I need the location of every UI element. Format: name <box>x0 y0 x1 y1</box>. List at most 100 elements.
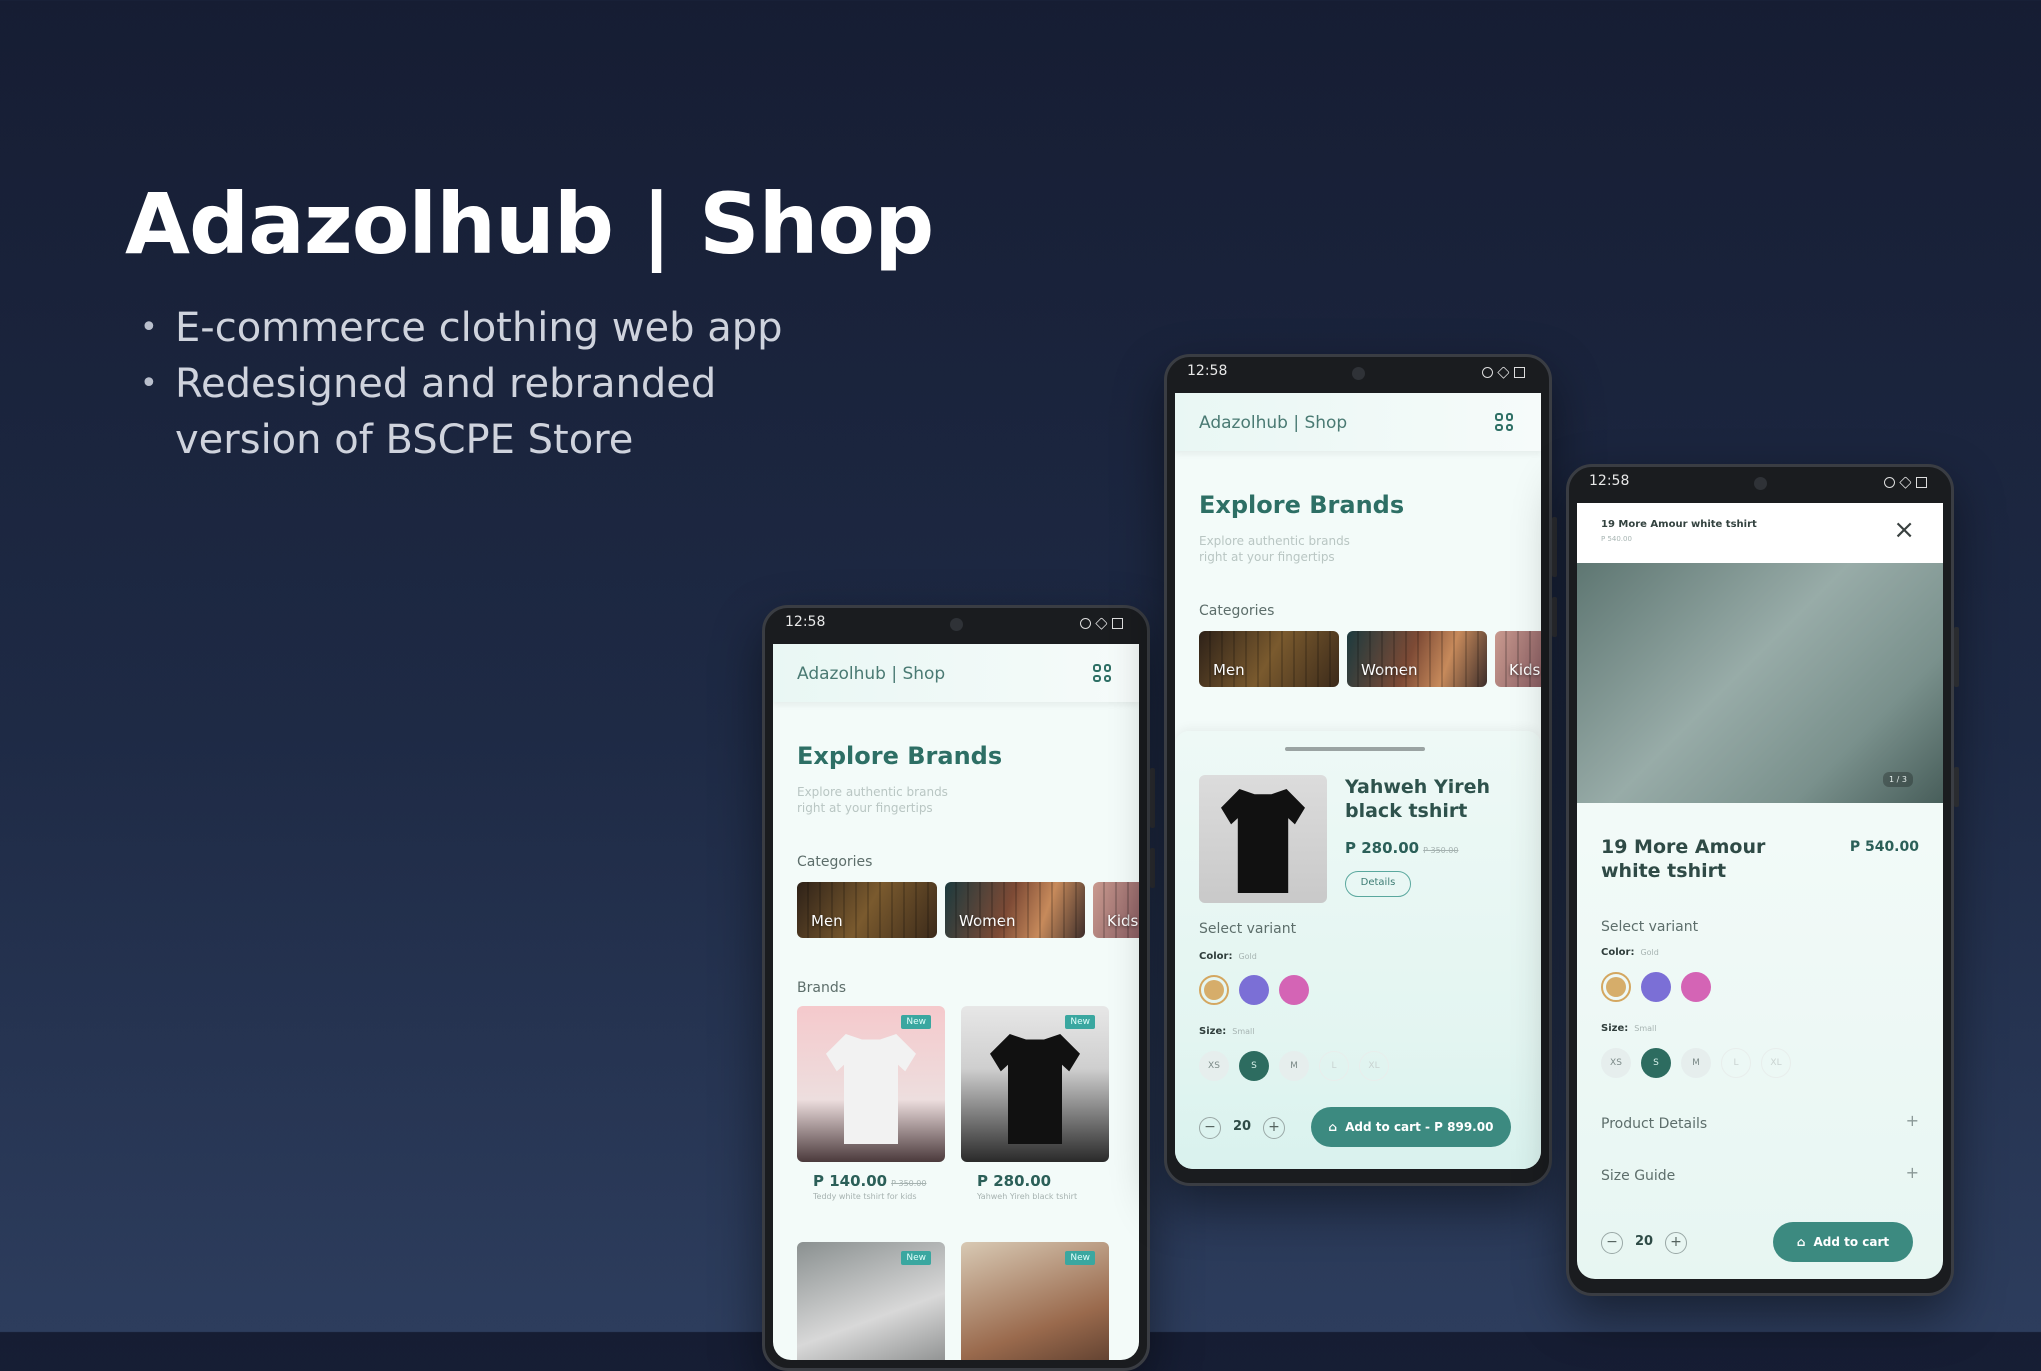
status-icons <box>1884 476 1927 489</box>
size-chip-s[interactable]: S <box>1641 1048 1671 1078</box>
tag-icon: ⌂ <box>1328 1120 1338 1134</box>
color-swatch-purple[interactable] <box>1239 975 1269 1005</box>
category-kids[interactable]: Kids <box>1495 631 1541 687</box>
size-chip-xs[interactable]: XS <box>1199 1051 1229 1081</box>
categories-row: Men Women Kids <box>797 882 1139 938</box>
cart-button-label: Add to cart - P 899.00 <box>1345 1120 1494 1134</box>
quantity-value[interactable]: 20 <box>1635 1234 1653 1249</box>
categories-row: Men Women Kids <box>1199 631 1541 687</box>
size-chip-m[interactable]: M <box>1279 1051 1309 1081</box>
product-card[interactable]: New <box>961 1006 1109 1162</box>
category-label: Men <box>1213 661 1245 679</box>
select-variant-label: Select variant <box>1601 919 1699 935</box>
app-bar: Adazolhub | Shop <box>1175 393 1541 451</box>
hero-title: Adazolhub | Shop <box>125 175 934 273</box>
hero-bullet: Redesigned and rebranded version of BSCP… <box>140 356 825 468</box>
product-card[interactable]: New <box>797 1242 945 1360</box>
phone-home: 12:58 Adazolhub | Shop Explore Brands Ex… <box>762 605 1155 1371</box>
sheet-price: P 280.00 P 350.00 <box>1345 839 1459 857</box>
new-badge: New <box>901 1251 931 1265</box>
detail-header-price: P 540.00 <box>1601 535 1632 543</box>
quantity-decrease-button[interactable]: − <box>1199 1117 1221 1139</box>
screen-product-detail: 19 More Amour white tshirt P 540.00 × 1 … <box>1577 503 1943 1279</box>
color-swatch-purple[interactable] <box>1641 972 1671 1002</box>
details-button[interactable]: Details <box>1345 871 1411 897</box>
new-badge: New <box>1065 1015 1095 1029</box>
color-swatch-gold[interactable] <box>1199 975 1229 1005</box>
category-women[interactable]: Women <box>1347 631 1487 687</box>
size-chip-xl[interactable]: XL <box>1761 1048 1791 1078</box>
detail-price: P 540.00 <box>1849 839 1919 855</box>
select-variant-label: Select variant <box>1199 921 1297 937</box>
add-to-cart-button[interactable]: ⌂ Add to cart - P 899.00 <box>1311 1107 1511 1147</box>
size-guide-label: Size Guide <box>1601 1168 1676 1184</box>
categories-label: Categories <box>1199 603 1275 619</box>
product-details-row[interactable]: Product Details + <box>1601 1111 1919 1141</box>
product-name: Teddy white tshirt for kids <box>813 1192 917 1201</box>
category-men[interactable]: Men <box>797 882 937 938</box>
size-chip-l[interactable]: L <box>1319 1051 1349 1081</box>
category-men[interactable]: Men <box>1199 631 1339 687</box>
color-swatch-pink[interactable] <box>1279 975 1309 1005</box>
color-swatch-pink[interactable] <box>1681 972 1711 1002</box>
screen-home: Adazolhub | Shop Explore Brands Explore … <box>773 644 1139 1360</box>
category-label: Women <box>1361 661 1418 679</box>
category-kids[interactable]: Kids <box>1093 882 1139 938</box>
new-badge: New <box>1065 1251 1095 1265</box>
quantity-decrease-button[interactable]: − <box>1601 1232 1623 1254</box>
hero-bullets: E-commerce clothing web app Redesigned a… <box>140 300 825 468</box>
product-price: P 280.00 <box>977 1172 1052 1190</box>
product-hero-image[interactable]: 1 / 3 <box>1577 563 1943 803</box>
quantity-value[interactable]: 20 <box>1233 1119 1251 1134</box>
camera-cutout <box>1754 477 1767 490</box>
app-brand[interactable]: Adazolhub | Shop <box>1199 413 1347 433</box>
product-card[interactable]: New <box>961 1242 1109 1360</box>
category-label: Kids <box>1509 661 1541 679</box>
app-brand[interactable]: Adazolhub | Shop <box>797 664 945 684</box>
phone-variant-sheet: 12:58 Adazolhub | Shop Explore Brands Ex… <box>1164 354 1557 1186</box>
add-to-cart-button[interactable]: ⌂ Add to cart <box>1773 1222 1913 1262</box>
sheet-drag-handle[interactable] <box>1285 747 1425 751</box>
status-icons <box>1482 366 1525 379</box>
size-guide-row[interactable]: Size Guide + <box>1601 1163 1919 1193</box>
camera-cutout <box>950 618 963 631</box>
product-price: P 140.00 P 350.00 <box>813 1172 927 1190</box>
size-chip-m[interactable]: M <box>1681 1048 1711 1078</box>
cart-button-label: Add to cart <box>1813 1235 1890 1249</box>
category-label: Kids <box>1107 912 1139 930</box>
product-image-overlay <box>1577 563 1943 803</box>
color-label: Color: Gold <box>1601 947 1659 958</box>
product-details-label: Product Details <box>1601 1116 1708 1132</box>
product-image <box>826 1034 916 1144</box>
close-icon[interactable]: × <box>1893 517 1915 543</box>
category-label: Women <box>959 912 1016 930</box>
size-chip-s[interactable]: S <box>1239 1051 1269 1081</box>
size-chip-xl[interactable]: XL <box>1359 1051 1389 1081</box>
detail-header-title: 19 More Amour white tshirt <box>1601 519 1757 530</box>
image-counter: 1 / 3 <box>1883 772 1913 787</box>
app-bar: Adazolhub | Shop <box>773 644 1139 702</box>
categories-label: Categories <box>797 854 873 870</box>
explore-title: Explore Brands <box>1199 491 1405 519</box>
quantity-increase-button[interactable]: + <box>1665 1232 1687 1254</box>
product-card[interactable]: New <box>797 1006 945 1162</box>
color-label: Color: Gold <box>1199 951 1257 962</box>
grid-menu-icon[interactable] <box>1495 413 1513 431</box>
status-time: 12:58 <box>1589 473 1630 489</box>
color-swatch-gold[interactable] <box>1601 972 1631 1002</box>
product-name: Yahweh Yireh black tshirt <box>977 1192 1078 1201</box>
explore-title: Explore Brands <box>797 742 1003 770</box>
expand-plus-icon: + <box>1905 1163 1919 1182</box>
detail-title: 19 More Amour white tshirt <box>1601 836 1766 882</box>
category-label: Men <box>811 912 843 930</box>
size-chip-l[interactable]: L <box>1721 1048 1751 1078</box>
bottom-sheet: Yahweh Yireh black tshirt P 280.00 P 350.… <box>1175 731 1541 1169</box>
tag-icon: ⌂ <box>1796 1235 1806 1249</box>
detail-header: 19 More Amour white tshirt P 540.00 × <box>1577 503 1943 563</box>
explore-subtitle: Explore authentic brands right at your f… <box>797 785 948 815</box>
grid-menu-icon[interactable] <box>1093 664 1111 682</box>
size-chip-xs[interactable]: XS <box>1601 1048 1631 1078</box>
quantity-increase-button[interactable]: + <box>1263 1117 1285 1139</box>
status-time: 12:58 <box>785 614 826 630</box>
category-women[interactable]: Women <box>945 882 1085 938</box>
